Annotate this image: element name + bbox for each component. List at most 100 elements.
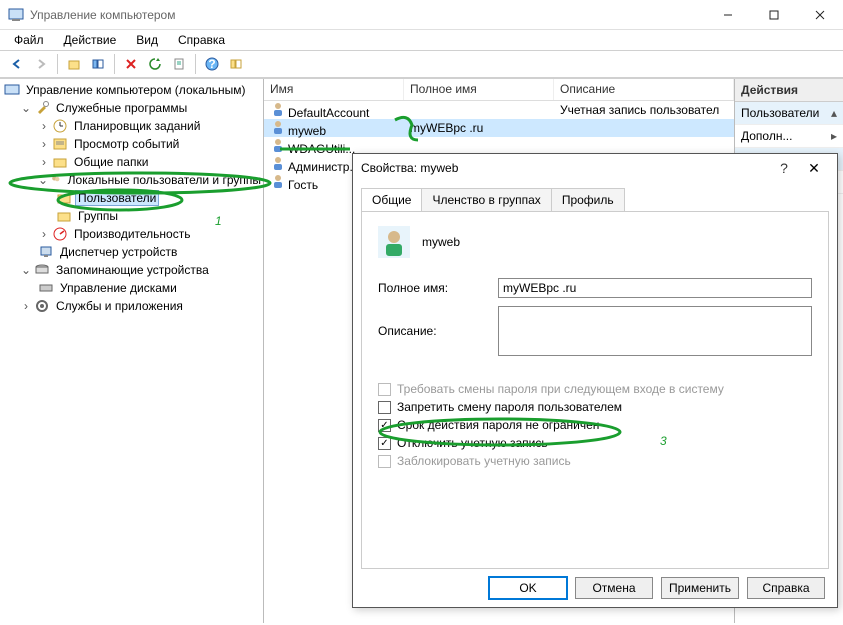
window-title: Управление компьютером	[30, 8, 705, 22]
maximize-button[interactable]	[751, 0, 797, 30]
ok-button[interactable]: OK	[489, 577, 567, 599]
tree-services[interactable]: › Службы и приложения	[0, 297, 263, 315]
user-icon	[270, 155, 286, 171]
tree-task-scheduler[interactable]: › Планировщик заданий	[0, 117, 263, 135]
action-more[interactable]: Дополн... ▸	[735, 125, 843, 148]
refresh-button[interactable]	[144, 53, 166, 75]
apply-button[interactable]: Применить	[661, 577, 739, 599]
clock-icon	[52, 118, 68, 134]
cancel-button[interactable]: Отмена	[575, 577, 653, 599]
user-icon	[270, 101, 286, 117]
tree-event-viewer[interactable]: › Просмотр событий	[0, 135, 263, 153]
device-icon	[38, 244, 54, 260]
tabstrip: Общие Членство в группах Профиль	[353, 182, 837, 211]
fullname-field[interactable]	[498, 278, 812, 298]
shared-icon	[52, 154, 68, 170]
close-button[interactable]	[797, 0, 843, 30]
menu-file[interactable]: Файл	[6, 31, 52, 49]
menu-view[interactable]: Вид	[128, 31, 166, 49]
toolbar: ?	[0, 50, 843, 78]
perf-icon	[52, 226, 68, 242]
tree-shared-folders[interactable]: › Общие папки	[0, 153, 263, 171]
folder-icon	[56, 208, 72, 224]
storage-icon	[34, 262, 50, 278]
col-full[interactable]: Полное имя	[404, 79, 554, 100]
dialog-titlebar: Свойства: myweb ? ✕	[353, 154, 837, 182]
properties-dialog: Свойства: myweb ? ✕ Общие Членство в гру…	[352, 153, 838, 608]
dialog-buttons: OK Отмена Применить Справка	[353, 569, 837, 607]
dialog-close-button[interactable]: ✕	[799, 160, 829, 177]
action-users[interactable]: Пользователи ▴	[735, 102, 843, 125]
tree-users[interactable]: Пользователи	[0, 189, 263, 207]
properties-button[interactable]	[225, 53, 247, 75]
checkbox-never-expires[interactable]: ✓ Срок действия пароля не ограничен	[378, 418, 812, 432]
expand-icon: ›	[38, 138, 50, 150]
actions-header: Действия	[735, 79, 843, 102]
checkbox-locked: Заблокировать учетную запись	[378, 454, 812, 468]
menu-help[interactable]: Справка	[170, 31, 233, 49]
dialog-help-button[interactable]: ?	[769, 160, 799, 176]
checkbox-icon: ✓	[378, 419, 391, 432]
help-button[interactable]: Справка	[747, 577, 825, 599]
col-desc[interactable]: Описание	[554, 79, 734, 100]
computer-icon	[4, 82, 20, 98]
menu-action[interactable]: Действие	[56, 31, 125, 49]
expand-icon: ›	[20, 300, 32, 312]
expand-icon: ›	[38, 156, 50, 168]
list-row[interactable]: mywebmyWEBpc .ru	[264, 119, 734, 137]
tree-device-mgr[interactable]: Диспетчер устройств	[0, 243, 263, 261]
tree-performance[interactable]: › Производительность	[0, 225, 263, 243]
app-icon	[8, 7, 24, 23]
user-icon	[270, 119, 286, 135]
minimize-button[interactable]	[705, 0, 751, 30]
menubar: Файл Действие Вид Справка	[0, 30, 843, 50]
checkbox-disabled[interactable]: ✓ Отключить учетную запись	[378, 436, 812, 450]
collapse-icon: ⌄	[20, 264, 32, 276]
tree-disk-mgmt[interactable]: Управление дисками	[0, 279, 263, 297]
forward-button[interactable]	[30, 53, 52, 75]
tab-body: myweb Полное имя: Описание: Требовать см…	[361, 211, 829, 569]
arrow-right-icon: ▸	[831, 129, 837, 143]
checkbox-icon	[378, 383, 391, 396]
expand-icon: ›	[38, 120, 50, 132]
list-header: Имя Полное имя Описание	[264, 79, 734, 101]
expand-icon: ›	[38, 228, 50, 240]
disk-icon	[38, 280, 54, 296]
up-button[interactable]	[63, 53, 85, 75]
description-label: Описание:	[378, 324, 498, 338]
titlebar: Управление компьютером	[0, 0, 843, 30]
checkbox-cannot-change[interactable]: Запретить смену пароля пользователем	[378, 400, 812, 414]
export-button[interactable]	[168, 53, 190, 75]
arrow-up-icon: ▴	[831, 106, 837, 120]
tab-profile[interactable]: Профиль	[551, 188, 625, 211]
back-button[interactable]	[6, 53, 28, 75]
col-name[interactable]: Имя	[264, 79, 404, 100]
show-hide-button[interactable]	[87, 53, 109, 75]
collapse-icon: ⌄	[20, 102, 32, 114]
svg-text:?: ?	[208, 57, 215, 71]
tree-local-users[interactable]: ⌄ Локальные пользователи и группы	[0, 171, 263, 189]
tab-membership[interactable]: Членство в группах	[421, 188, 551, 211]
checkbox-icon: ✓	[378, 437, 391, 450]
checkbox-icon	[378, 455, 391, 468]
tree-system-tools[interactable]: ⌄ Служебные программы	[0, 99, 263, 117]
delete-button[interactable]	[120, 53, 142, 75]
users-group-icon	[50, 172, 62, 188]
help-button[interactable]: ?	[201, 53, 223, 75]
checkbox-icon	[378, 401, 391, 414]
folder-icon	[56, 190, 72, 206]
tree-storage[interactable]: ⌄ Запоминающие устройства	[0, 261, 263, 279]
dialog-title: Свойства: myweb	[361, 161, 769, 175]
tree-root[interactable]: Управление компьютером (локальным)	[0, 81, 263, 99]
list-row[interactable]: DefaultAccountУчетная запись пользовател	[264, 101, 734, 119]
user-icon	[270, 173, 286, 189]
tools-icon	[34, 100, 50, 116]
description-field[interactable]	[498, 306, 812, 356]
tree-groups[interactable]: Группы	[0, 207, 263, 225]
tree-pane: Управление компьютером (локальным) ⌄ Слу…	[0, 79, 264, 623]
events-icon	[52, 136, 68, 152]
username-label: myweb	[422, 235, 460, 249]
services-icon	[34, 298, 50, 314]
tab-general[interactable]: Общие	[361, 188, 422, 211]
fullname-label: Полное имя:	[378, 281, 498, 295]
